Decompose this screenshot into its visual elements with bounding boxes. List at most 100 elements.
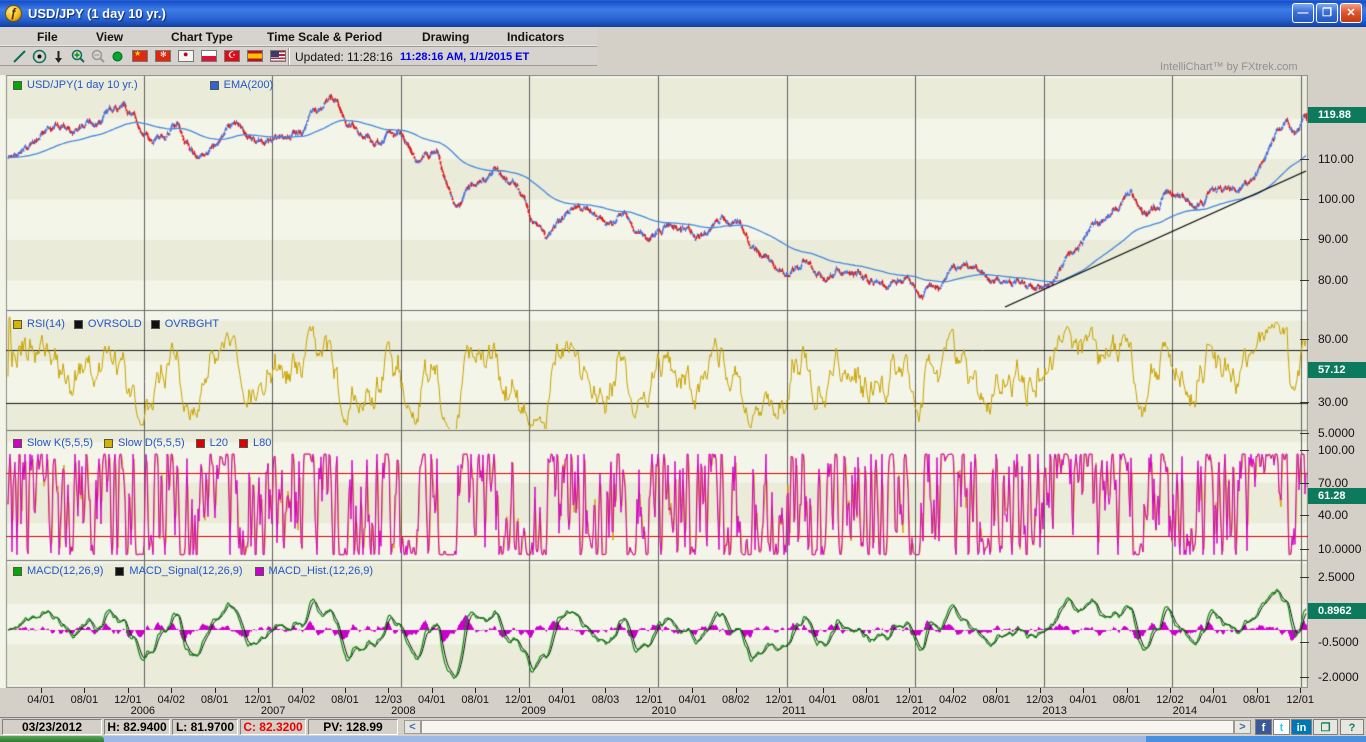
share-button[interactable]: ❒ [1313,719,1338,735]
legend-swatch-icon [151,320,160,329]
watermark: IntelliChart™ by FXtrek.com [1160,61,1298,73]
price-axis-label: 100.00 [1318,192,1355,206]
axis-tick-mark [1300,483,1309,484]
flag-china-icon[interactable]: ★ [132,50,148,62]
chart-canvas[interactable] [0,75,1308,688]
zoom-in-tool[interactable] [69,48,87,65]
legend-label: MACD_Hist.(12,26,9) [269,565,374,577]
macd-axis-label: -0.5000 [1318,635,1359,649]
arrow-down-tool[interactable] [49,48,67,65]
flag-poland-icon[interactable] [201,50,217,62]
stoch-legend-item: L80 [239,437,271,449]
twitter-button[interactable]: t [1273,719,1290,735]
trendline-tool[interactable] [10,48,28,65]
linkedin-button[interactable]: in [1291,719,1312,735]
status-cell-4: PV: 128.99 [308,719,398,735]
time-axis-date-label: 08/01 [193,694,237,706]
price-current-value-tag: 119.88 [1308,107,1366,123]
time-axis-year-label: 2014 [1163,705,1207,717]
legend-swatch-icon [115,567,124,576]
menu-item-file[interactable]: File [33,29,62,45]
menu-item-chart-type[interactable]: Chart Type [167,29,237,45]
time-axis-tick [41,688,42,693]
minimize-button[interactable]: — [1292,3,1314,23]
time-axis-date-label: 08/01 [1105,694,1149,706]
legend-label: L20 [210,437,228,449]
price-legend: USD/JPY(1 day 10 yr.)EMA(200) [13,79,273,91]
time-axis-tick [1257,688,1258,693]
stoch-current-value-tag: 61.28 [1308,488,1366,504]
flag-spain-icon[interactable] [247,50,263,62]
facebook-button[interactable]: f [1255,719,1272,735]
macd-axis-label: -2.0000 [1318,670,1359,684]
menu-item-time-scale-period[interactable]: Time Scale & Period [263,29,386,45]
axis-tick-mark [1300,199,1309,200]
time-axis-tick [1170,688,1171,693]
time-axis-tick [562,688,563,693]
legend-swatch-icon [210,81,219,90]
status-cell-2: L: 81.9700 [172,719,238,735]
rsi-axis-label: 5.0000 [1318,426,1355,440]
time-axis-tick [519,688,520,693]
menu-item-indicators[interactable]: Indicators [503,29,568,45]
rsi-axis-label: 80.00 [1318,332,1348,346]
time-axis-tick [1300,688,1301,693]
time-axis-date-label: 08/01 [844,694,888,706]
time-axis-tick [388,688,389,693]
time-axis-date-label: 12/01 [1278,694,1322,706]
legend-label: Slow D(5,5,5) [118,437,185,449]
price-legend-item: USD/JPY(1 day 10 yr.) [13,79,138,91]
title-bar: ƒ USD/JPY (1 day 10 yr.) —❐✕ [0,0,1366,27]
time-axis-date-label: 04/02 [931,694,975,706]
stoch-axis-label: 40.00 [1318,508,1348,522]
time-axis-tick [1213,688,1214,693]
legend-label: USD/JPY(1 day 10 yr.) [27,79,138,91]
axis-tick-mark [1300,515,1309,516]
time-axis-tick [866,688,867,693]
japan-emblem: ● [183,50,188,59]
rsi-axis-label: 30.00 [1318,395,1348,409]
axis-tick-mark [1300,642,1309,643]
scroll-left-button[interactable]: < [404,720,421,734]
menu-bar: File View Chart Type Time Scale & Period Dra… [0,27,597,46]
flag-usa-icon[interactable] [270,50,286,62]
taskbar-window-sliver [1146,736,1366,742]
macd-axis-label: 2.5000 [1318,570,1355,584]
axis-tick-mark [1300,280,1309,281]
close-button[interactable]: ✕ [1340,3,1362,23]
flag-hong-kong-icon[interactable]: ✻ [155,50,171,62]
stoch-legend: Slow K(5,5,5) Slow D(5,5,5) L20 L80 [13,437,271,449]
time-axis: 04/0108/0112/01200604/0208/0112/01200704… [0,688,1308,717]
time-axis-year-label: 2009 [512,705,556,717]
horizontal-scrollbar-track[interactable] [421,720,1234,734]
axis-tick-mark [1300,450,1309,451]
legend-label: Slow K(5,5,5) [27,437,93,449]
zoom-out-tool[interactable] [89,48,107,65]
time-axis-date-label: 04/01 [410,694,454,706]
time-axis-tick [432,688,433,693]
time-axis-tick [345,688,346,693]
crosshair-tool[interactable] [30,48,48,65]
stoch-legend-item: Slow K(5,5,5) [13,437,93,449]
help-button[interactable]: ? [1340,719,1364,735]
time-axis-date-label: 04/01 [1191,694,1235,706]
flag-japan-icon[interactable]: ● [178,50,194,62]
time-axis-tick [215,688,216,693]
rsi-legend-item: RSI(14) [13,318,65,330]
restore-button[interactable]: ❐ [1316,3,1338,23]
time-axis-tick [649,688,650,693]
time-axis-tick [823,688,824,693]
rsi-current-value-tag: 57.12 [1308,362,1366,378]
menu-item-drawing[interactable]: Drawing [418,29,473,45]
time-axis-date-label: 08/01 [453,694,497,706]
flag-turkey-icon[interactable]: ☪ [224,50,240,62]
macd-legend-item: MACD_Signal(12,26,9) [115,565,242,577]
time-axis-tick [171,688,172,693]
scroll-right-button[interactable]: > [1234,720,1251,734]
time-axis-tick [996,688,997,693]
stoch-axis-label: 10.0000 [1318,542,1361,556]
quote-dot[interactable] [108,48,126,65]
hong-kong-emblem: ✻ [160,50,167,59]
stoch-axis-label: 100.00 [1318,443,1355,457]
menu-item-view[interactable]: View [92,29,127,45]
